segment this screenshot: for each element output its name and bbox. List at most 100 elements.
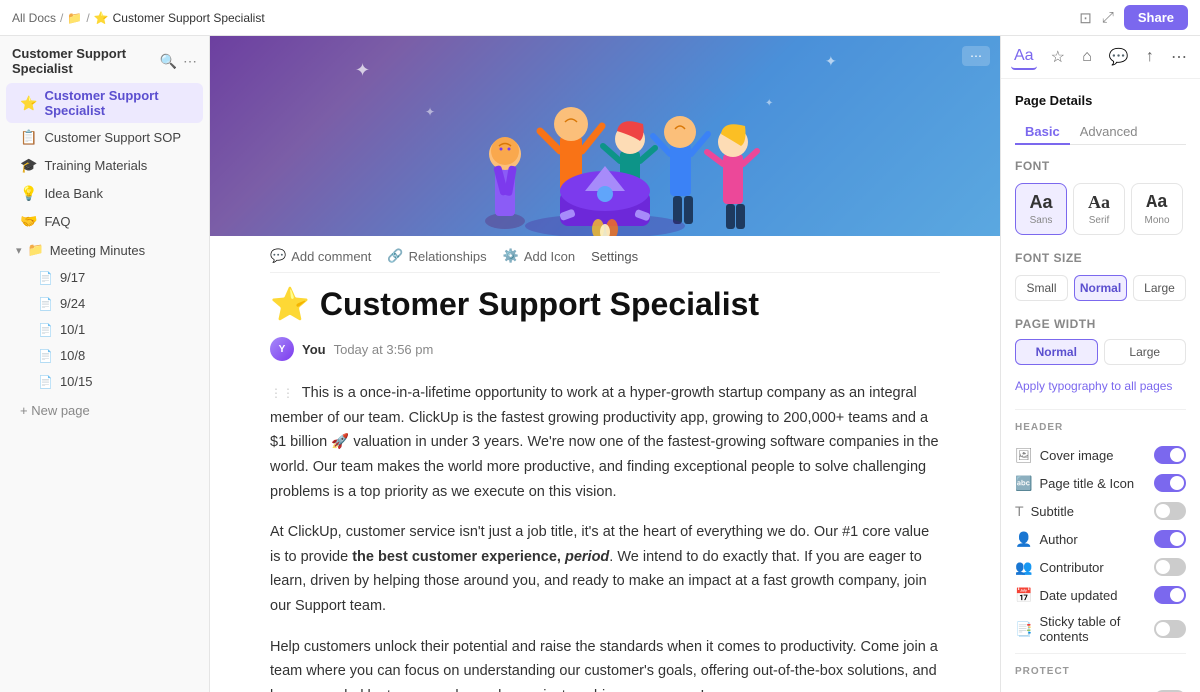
font-option-serif[interactable]: AaSerif bbox=[1073, 183, 1125, 235]
toggle-label-text: Subtitle bbox=[1031, 504, 1074, 519]
sidebar-subitem-oct8[interactable]: 📄10/8 bbox=[28, 343, 203, 368]
toggle-contributor[interactable] bbox=[1154, 558, 1186, 576]
panel-more-icon[interactable]: ⋯ bbox=[1168, 44, 1190, 70]
toggle-page_title_icon[interactable] bbox=[1154, 474, 1186, 492]
toggle-label-sticky_toc: 📑 Sticky table of contents bbox=[1015, 614, 1154, 644]
font-option-sans[interactable]: AaSans bbox=[1015, 183, 1067, 235]
toggle-date_updated[interactable] bbox=[1154, 586, 1186, 604]
page-icon: 📄 bbox=[38, 271, 53, 285]
topbar: All Docs / 📁 / ⭐ Customer Support Specia… bbox=[0, 0, 1200, 36]
breadcrumb-page-name: Customer Support Specialist bbox=[113, 11, 265, 25]
sidebar-subitem-oct1[interactable]: 📄 10/1 bbox=[28, 317, 203, 342]
page-width-option-large[interactable]: Large bbox=[1104, 339, 1187, 365]
sidebar-item-icon: ⭐ bbox=[20, 95, 37, 112]
svg-text:✦: ✦ bbox=[425, 105, 435, 119]
toggle-subtitle[interactable] bbox=[1154, 502, 1186, 520]
toggle-row-subtitle: T Subtitle bbox=[1015, 497, 1186, 525]
page-width-options: NormalLarge bbox=[1015, 339, 1186, 365]
toggle-icon-page_title_icon: 🔤 bbox=[1015, 475, 1032, 492]
new-page-button[interactable]: + New page bbox=[6, 397, 203, 424]
toggle-row-contributor: 👥 Contributor bbox=[1015, 553, 1186, 581]
sidebar-item-main[interactable]: ⭐ Customer Support Specialist bbox=[6, 83, 203, 123]
panel-tabs: BasicAdvanced bbox=[1015, 120, 1186, 145]
font-size-option-small[interactable]: Small bbox=[1015, 275, 1068, 301]
page-icon: 📄 bbox=[38, 323, 53, 337]
doc-author-row: Y You Today at 3:56 pm bbox=[270, 337, 940, 361]
font-option-mono[interactable]: AaMono bbox=[1131, 183, 1183, 235]
doc-toolbar: 💬 Add comment 🔗 Relationships ⚙️ Add Ico… bbox=[270, 236, 940, 273]
toggle-icon-author: 👤 bbox=[1015, 531, 1032, 548]
drag-handle[interactable]: ⋮⋮ bbox=[270, 386, 294, 400]
header-section-label: HEADER bbox=[1015, 422, 1186, 433]
sidebar-item-label: Training Materials bbox=[44, 158, 147, 173]
all-docs-link[interactable]: All Docs bbox=[12, 11, 56, 25]
toggle-cover_image[interactable] bbox=[1154, 446, 1186, 464]
add-icon-button[interactable]: ⚙️ Add Icon bbox=[503, 248, 576, 264]
toggle-icon-contributor: 👥 bbox=[1015, 559, 1032, 576]
sidebar-group-meeting-minutes[interactable]: ▾ 📁 Meeting Minutes bbox=[6, 237, 203, 263]
more-icon[interactable]: ⋯ bbox=[183, 53, 197, 70]
toggle-author[interactable] bbox=[1154, 530, 1186, 548]
panel-chat-icon[interactable]: 💬 bbox=[1106, 44, 1132, 70]
sidebar-subitem-oct15[interactable]: 📄10/15 bbox=[28, 369, 203, 394]
sidebar-nav: ⭐ Customer Support Specialist 📋Customer Su… bbox=[0, 82, 209, 236]
tab-basic[interactable]: Basic bbox=[1015, 120, 1070, 145]
toggle-label-text: Page title & Icon bbox=[1039, 476, 1134, 491]
toggle-label-date_updated: 📅 Date updated bbox=[1015, 587, 1118, 604]
toggle-sticky_toc[interactable] bbox=[1154, 620, 1186, 638]
font-size-options: SmallNormalLarge bbox=[1015, 275, 1186, 301]
panel-home-icon[interactable]: ⌂ bbox=[1079, 45, 1095, 69]
sidebar-item-label: FAQ bbox=[44, 214, 70, 229]
minimize-icon[interactable]: ⊡ bbox=[1079, 9, 1092, 27]
panel-star-icon[interactable]: ☆ bbox=[1048, 44, 1068, 70]
panel-text-icon[interactable]: Aa bbox=[1011, 44, 1037, 70]
sidebar-subitem-sep924[interactable]: 📄9/24 bbox=[28, 291, 203, 316]
toggle-row-date_updated: 📅 Date updated bbox=[1015, 581, 1186, 609]
relationships-button[interactable]: 🔗 Relationships bbox=[387, 248, 486, 264]
protect-toggles: Protect this page Protect entire Doc bbox=[1015, 685, 1186, 692]
typography-link[interactable]: Apply typography to all pages bbox=[1015, 379, 1186, 393]
toggle-row-sticky_toc: 📑 Sticky table of contents bbox=[1015, 609, 1186, 649]
search-icon[interactable]: 🔍 bbox=[160, 53, 177, 70]
sidebar-item-faq[interactable]: 🤝FAQ bbox=[6, 208, 203, 235]
share-button[interactable]: Share bbox=[1124, 5, 1188, 30]
sidebar-subgroup: 📄 9/17 📄9/24 📄 10/1 📄10/8📄10/15 bbox=[0, 264, 209, 395]
toggle-icon-sticky_toc: 📑 bbox=[1015, 621, 1032, 638]
banner-illustration: ✦ ✦ ✦ ✦ bbox=[305, 36, 905, 236]
sidebar-icon-group: 🔍 ⋯ bbox=[160, 53, 197, 70]
panel-upload-icon[interactable]: ↑ bbox=[1143, 45, 1157, 69]
toggle-label-text: Author bbox=[1039, 532, 1077, 547]
font-size-option-normal[interactable]: Normal bbox=[1074, 275, 1127, 301]
add-comment-button[interactable]: 💬 Add comment bbox=[270, 248, 371, 264]
author-name[interactable]: You bbox=[302, 342, 326, 357]
sidebar-item-idea[interactable]: 💡Idea Bank bbox=[6, 180, 203, 207]
banner-settings-button[interactable]: ⋯ bbox=[962, 46, 990, 66]
font-aa-display: Aa bbox=[1029, 192, 1052, 213]
toggle-label-text: Cover image bbox=[1040, 448, 1114, 463]
star-icon-breadcrumb: ⭐ bbox=[94, 11, 109, 25]
toggle-row-author: 👤 Author bbox=[1015, 525, 1186, 553]
page-width-option-normal[interactable]: Normal bbox=[1015, 339, 1098, 365]
sidebar-item-training[interactable]: 🎓 Training Materials bbox=[6, 152, 203, 179]
toggle-label-subtitle: T Subtitle bbox=[1015, 503, 1074, 519]
sidebar-item-label: Customer Support Specialist bbox=[44, 88, 193, 118]
protect-section-label: PROTECT bbox=[1015, 666, 1186, 677]
content-area: ⋯ ✦ ✦ ✦ ✦ bbox=[210, 36, 1000, 692]
group-icon: 📁 bbox=[28, 242, 44, 258]
sidebar-item-sop[interactable]: 📋Customer Support SOP bbox=[6, 124, 203, 151]
breadcrumb: All Docs / 📁 / ⭐ Customer Support Specia… bbox=[12, 11, 265, 25]
subitem-label: 10/1 bbox=[60, 322, 85, 337]
tab-advanced[interactable]: Advanced bbox=[1070, 120, 1148, 145]
settings-link[interactable]: Settings bbox=[591, 249, 638, 264]
doc-paragraph-3: Help customers unlock their potential an… bbox=[270, 635, 940, 692]
panel-divider-2 bbox=[1015, 653, 1186, 654]
expand-icon[interactable]: ⤢ bbox=[1102, 9, 1114, 26]
sidebar-item-icon: 🎓 bbox=[20, 157, 37, 174]
comment-icon: 💬 bbox=[270, 248, 286, 264]
author-time: Today at 3:56 pm bbox=[334, 342, 434, 357]
sidebar-subitem-sep917[interactable]: 📄 9/17 bbox=[28, 265, 203, 290]
subitem-label: 10/15 bbox=[60, 374, 93, 389]
subitem-label: 9/17 bbox=[60, 270, 85, 285]
font-size-option-large[interactable]: Large bbox=[1133, 275, 1186, 301]
doc-paragraph-2: At ClickUp, customer service isn't just … bbox=[270, 520, 940, 619]
